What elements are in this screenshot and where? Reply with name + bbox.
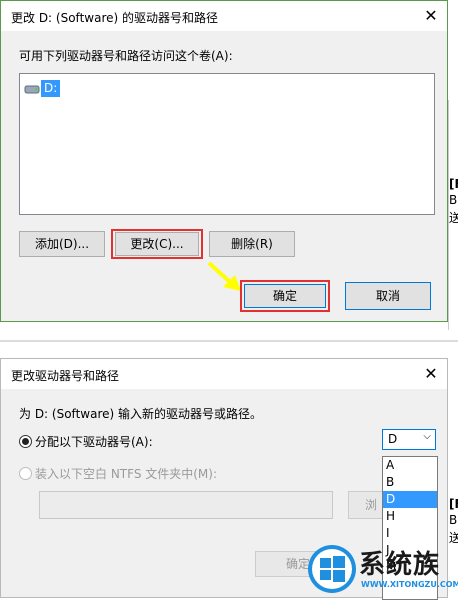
drive-letter-dropdown[interactable]: D ⌵ bbox=[382, 429, 436, 450]
list-item[interactable]: D: bbox=[24, 80, 61, 97]
windows-logo-icon bbox=[308, 545, 356, 593]
add-button[interactable]: 添加(D)... bbox=[19, 231, 105, 257]
watermark-url: WWW.XITONGZU.COM bbox=[361, 580, 458, 589]
drive-icon bbox=[24, 85, 40, 93]
dropdown-option-selected[interactable]: D bbox=[383, 491, 437, 508]
sliver-text-3: 送 bbox=[449, 211, 458, 225]
chevron-down-icon: ⌵ bbox=[423, 431, 431, 442]
dropdown-option[interactable]: A bbox=[383, 457, 437, 474]
remove-button[interactable]: 删除(R) bbox=[209, 231, 295, 257]
instruction-text: 可用下列驱动器号和路径访问这个卷(A): bbox=[19, 49, 233, 63]
assign-letter-radio[interactable] bbox=[19, 435, 32, 448]
dropdown-value: D bbox=[388, 432, 398, 446]
change-drive-letter-dialog: 更改 D: (Software) 的驱动器号和路径 ✕ 可用下列驱动器号和路径访… bbox=[0, 0, 448, 322]
mount-folder-label[interactable]: 装入以下空白 NTFS 文件夹中(M): bbox=[35, 465, 217, 482]
instruction-text: 为 D: (Software) 输入新的驱动器号或路径。 bbox=[19, 407, 262, 421]
cancel-button[interactable]: 取消 bbox=[345, 282, 431, 310]
annotation-highlight-change bbox=[111, 229, 203, 259]
close-icon[interactable]: ✕ bbox=[419, 363, 443, 385]
watermark-brand: 系统族 bbox=[359, 550, 441, 580]
title-bar: 更改驱动器号和路径 ✕ bbox=[1, 359, 447, 389]
close-icon[interactable]: ✕ bbox=[419, 5, 443, 27]
annotation-highlight-ok bbox=[240, 280, 330, 312]
sliver-text-5: B bbox=[449, 513, 458, 527]
dialog-title: 更改 D: (Software) 的驱动器号和路径 bbox=[11, 11, 218, 25]
drive-label: D: bbox=[41, 80, 61, 97]
background-divider bbox=[0, 340, 458, 342]
dropdown-option[interactable]: H bbox=[383, 508, 437, 525]
sliver-text-1: [F bbox=[449, 177, 458, 191]
sliver-text-2: B bbox=[449, 193, 458, 207]
title-bar: 更改 D: (Software) 的驱动器号和路径 ✕ bbox=[1, 1, 447, 31]
watermark: 系统族 WWW.XITONGZU.COM bbox=[307, 540, 458, 598]
drive-path-list[interactable]: D: bbox=[19, 73, 435, 215]
mount-folder-radio[interactable] bbox=[19, 467, 32, 480]
dialog-title: 更改驱动器号和路径 bbox=[11, 369, 120, 383]
dropdown-option[interactable]: B bbox=[383, 474, 437, 491]
folder-path-input[interactable] bbox=[39, 491, 333, 519]
sliver-text-4: [F bbox=[449, 497, 458, 511]
assign-letter-label[interactable]: 分配以下驱动器号(A): bbox=[35, 433, 153, 450]
annotation-arrow bbox=[207, 261, 241, 291]
